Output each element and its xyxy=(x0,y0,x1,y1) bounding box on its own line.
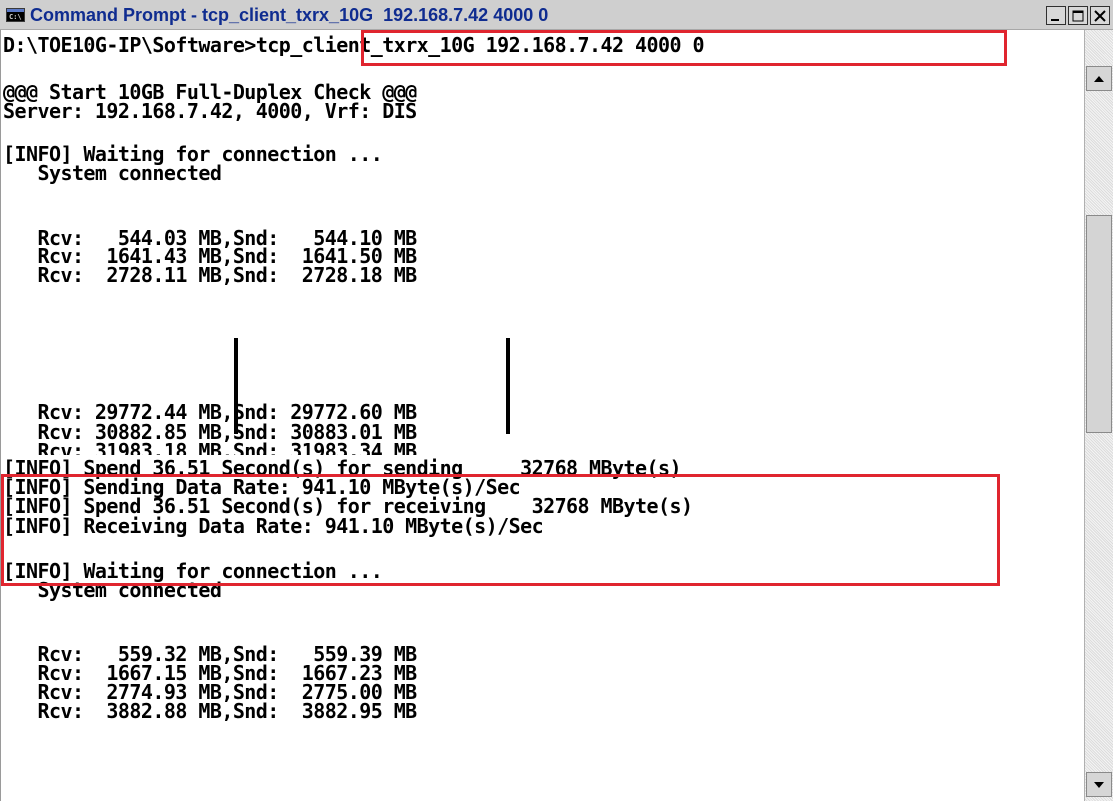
minimize-icon xyxy=(1051,18,1059,21)
scroll-thumb[interactable] xyxy=(1086,215,1112,433)
console-line: Rcv: 3882.88 MB,Snd: 3882.95 MB xyxy=(3,699,417,723)
vertical-scrollbar[interactable] xyxy=(1084,30,1113,801)
result-highlight-box xyxy=(1,474,1000,586)
maximize-icon xyxy=(1072,10,1084,21)
console-line: Rcv: 29772.44 MB,Snd: 29772.60 MB xyxy=(3,400,417,424)
cmd-icon[interactable]: C:\ xyxy=(6,8,25,22)
prompt-path: D:\TOE10G-IP\Software> xyxy=(3,33,256,57)
console-line: System connected xyxy=(3,161,222,185)
console-line: Rcv: 2728.11 MB,Snd: 2728.18 MB xyxy=(3,263,417,287)
scroll-down-button[interactable] xyxy=(1086,772,1112,797)
console-output[interactable]: D:\TOE10G-IP\Software>tcp_client_txrx_10… xyxy=(0,30,1084,801)
console-line: Server: 192.168.7.42, 4000, Vrf: DIS xyxy=(3,99,417,123)
console-line: Rcv: 30882.85 MB,Snd: 30883.01 MB xyxy=(3,420,417,444)
title-bar[interactable]: C:\ Command Prompt - tcp_client_txrx_10G… xyxy=(0,0,1113,30)
command-prompt-window: C:\ Command Prompt - tcp_client_txrx_10G… xyxy=(0,0,1113,801)
close-icon xyxy=(1094,9,1106,22)
command-highlight-box xyxy=(361,30,1007,66)
minimize-button[interactable] xyxy=(1046,6,1066,25)
continuation-bar xyxy=(234,338,238,434)
window-title: Command Prompt - tcp_client_txrx_10G 192… xyxy=(30,5,549,25)
close-button[interactable] xyxy=(1090,6,1110,25)
scroll-up-button[interactable] xyxy=(1086,66,1112,91)
continuation-bar xyxy=(506,338,510,434)
console-line: Rcv: 31983.18 MB,Snd: 31983.34 MB xyxy=(3,441,417,455)
maximize-button[interactable] xyxy=(1068,6,1088,25)
arrow-down-icon xyxy=(1094,781,1104,788)
arrow-up-icon xyxy=(1094,75,1104,82)
